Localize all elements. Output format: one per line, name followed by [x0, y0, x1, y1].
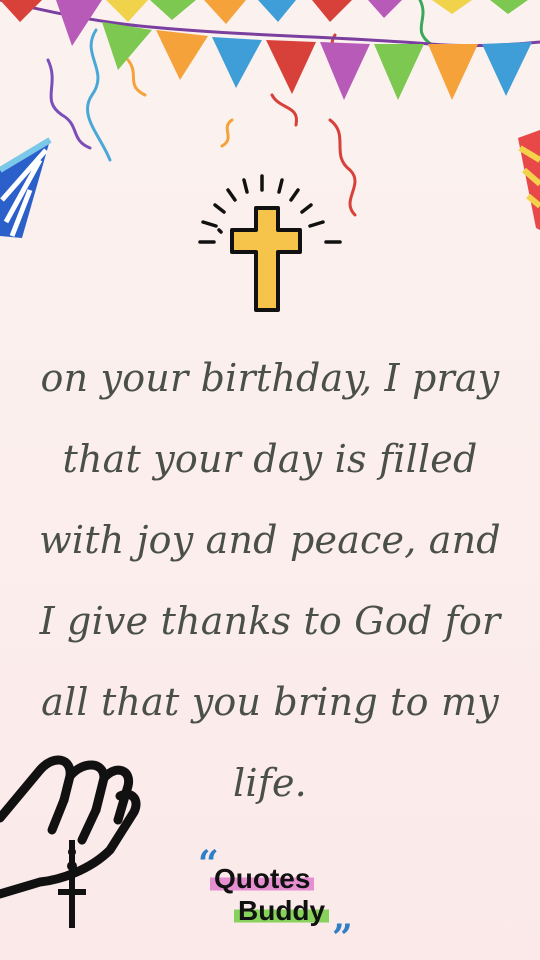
logo-word-quotes: Quotes	[210, 864, 315, 894]
close-quote-mark: ”	[332, 917, 353, 959]
rosary-cross	[58, 840, 86, 928]
logo-word-buddy: Buddy	[234, 896, 330, 926]
praying-hands-icon	[0, 755, 141, 928]
quotes-buddy-logo: “ Quotes Buddy ”	[196, 846, 366, 956]
